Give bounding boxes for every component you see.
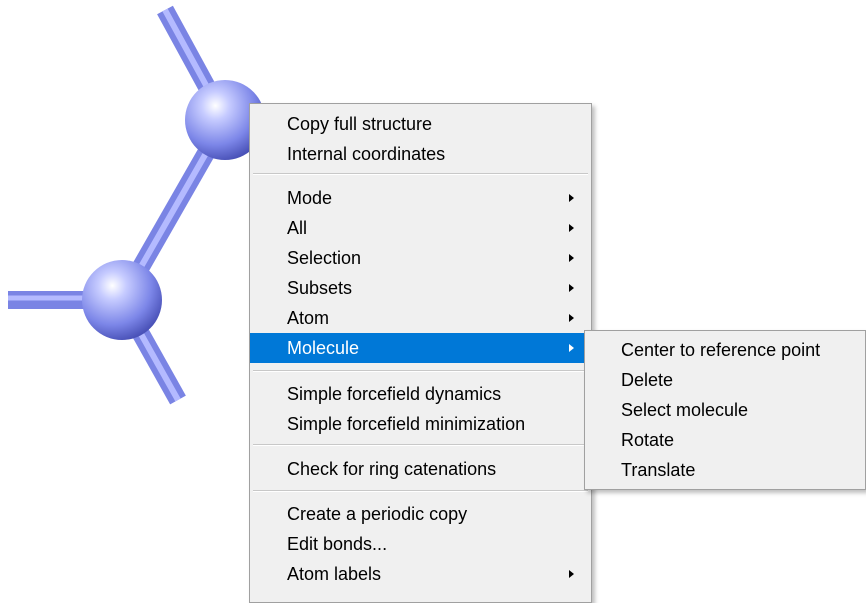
menu-item-simple-forcefield-dynamics[interactable]: Simple forcefield dynamics	[250, 379, 591, 409]
context-menu: Copy full structure Internal coordinates…	[249, 103, 592, 603]
menu-item-label: Translate	[621, 460, 696, 480]
menu-item-label: Simple forcefield minimization	[287, 414, 526, 434]
menu-item-label: Edit bonds...	[287, 534, 388, 554]
submenu-item-select-molecule[interactable]: Select molecule	[585, 395, 865, 425]
menu-item-label: Molecule	[287, 338, 360, 358]
menu-item-label: Atom	[287, 308, 330, 328]
menu-item-label: Select molecule	[621, 400, 749, 420]
submenu-arrow-icon	[569, 224, 574, 232]
menu-separator	[253, 173, 588, 175]
menu-item-mode[interactable]: Mode	[250, 183, 591, 213]
menu-item-all[interactable]: All	[250, 213, 591, 243]
menu-item-subsets[interactable]: Subsets	[250, 273, 591, 303]
submenu-item-center-to-reference-point[interactable]: Center to reference point	[585, 335, 865, 365]
menu-item-label: Internal coordinates	[287, 144, 446, 164]
menu-separator	[253, 370, 588, 372]
menu-item-label: Check for ring catenations	[287, 459, 497, 479]
menu-item-label: Center to reference point	[621, 340, 821, 360]
menu-item-label: Subsets	[287, 278, 353, 298]
menu-item-internal-coordinates[interactable]: Internal coordinates	[250, 139, 591, 169]
menu-item-label: Delete	[621, 370, 674, 390]
submenu-arrow-icon	[569, 194, 574, 202]
menu-item-edit-bonds[interactable]: Edit bonds...	[250, 529, 591, 559]
menu-item-label: Copy full structure	[287, 114, 433, 134]
menu-separator	[253, 490, 588, 492]
menu-item-label: Simple forcefield dynamics	[287, 384, 502, 404]
submenu-item-rotate[interactable]: Rotate	[585, 425, 865, 455]
menu-item-copy-full-structure[interactable]: Copy full structure	[250, 109, 591, 139]
menu-separator	[253, 444, 588, 446]
menu-item-selection[interactable]: Selection	[250, 243, 591, 273]
menu-item-label: Create a periodic copy	[287, 504, 468, 524]
molecule-submenu: Center to reference point Delete Select …	[584, 330, 866, 490]
submenu-arrow-icon	[569, 570, 574, 578]
menu-item-label: Mode	[287, 188, 333, 208]
submenu-arrow-icon	[569, 284, 574, 292]
submenu-item-translate[interactable]: Translate	[585, 455, 865, 485]
menu-item-atom[interactable]: Atom	[250, 303, 591, 333]
menu-item-simple-forcefield-minimization[interactable]: Simple forcefield minimization	[250, 409, 591, 439]
submenu-arrow-icon	[569, 254, 574, 262]
submenu-arrow-icon	[569, 314, 574, 322]
menu-item-molecule[interactable]: Molecule	[250, 333, 591, 363]
menu-item-check-ring-catenations[interactable]: Check for ring catenations	[250, 454, 591, 484]
menu-item-label: Atom labels	[287, 564, 382, 584]
submenu-item-delete[interactable]: Delete	[585, 365, 865, 395]
menu-item-atom-labels[interactable]: Atom labels	[250, 559, 591, 589]
menu-item-label: Selection	[287, 248, 362, 268]
submenu-arrow-icon	[569, 344, 574, 352]
menu-item-create-periodic-copy[interactable]: Create a periodic copy	[250, 499, 591, 529]
atom-lower[interactable]	[82, 260, 162, 340]
menu-item-label: Rotate	[621, 430, 675, 450]
menu-item-label: All	[287, 218, 308, 238]
